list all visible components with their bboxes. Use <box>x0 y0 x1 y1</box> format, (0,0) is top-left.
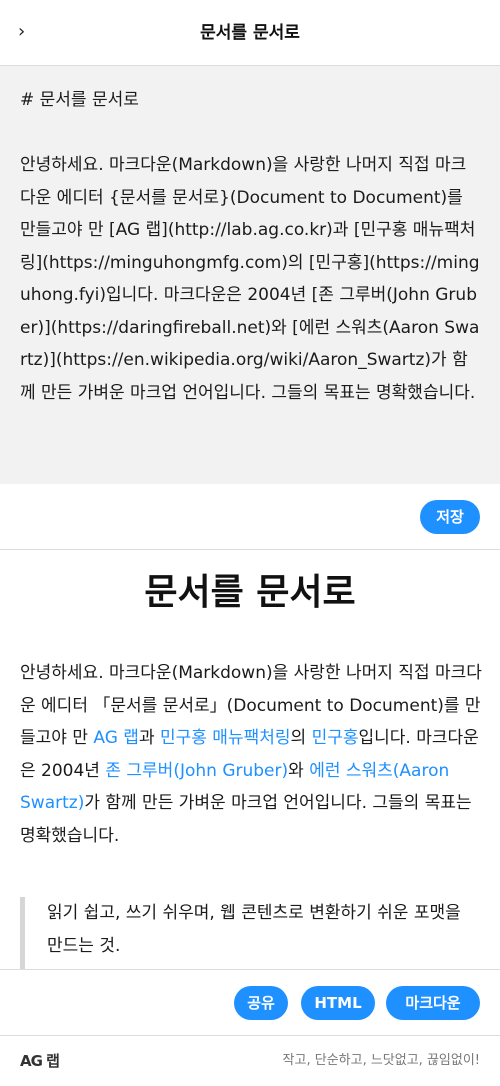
save-button[interactable]: 저장 <box>420 500 480 534</box>
preview-heading: 문서를 문서로 <box>144 572 356 613</box>
preview-text: 와 <box>288 760 310 781</box>
link-john-gruber[interactable]: 존 그루버(John Gruber) <box>105 761 288 781</box>
markdown-source-text[interactable]: # 문서를 문서로 안녕하세요. 마크다운(Markdown)을 사랑한 나머지… <box>20 84 480 409</box>
markdown-preview: 문서를 문서로 안녕하세요. 마크다운(Markdown)을 사랑한 나머지 직… <box>0 551 500 969</box>
export-actions-bar: 공유 HTML 마크다운 <box>0 969 500 1036</box>
preview-text: 의 <box>290 728 312 748</box>
share-button[interactable]: 공유 <box>234 986 288 1020</box>
footer: AG 랩 작고, 단순하고, 느닷없고, 끊임없이! <box>0 1036 500 1086</box>
preview-paragraph: 안녕하세요. 마크다운(Markdown)을 사랑한 나머지 직접 마크다운 에… <box>20 657 482 852</box>
preview-blockquote: 읽기 쉽고, 쓰기 쉬우며, 웹 콘텐츠로 변환하기 쉬운 포맷을 만드는 것. <box>20 897 480 969</box>
markdown-editor[interactable]: # 문서를 문서로 안녕하세요. 마크다운(Markdown)을 사랑한 나머지… <box>0 66 500 484</box>
footer-slogan: 작고, 단순하고, 느닷없고, 끊임없이! <box>282 1053 480 1068</box>
link-minguhong-mfg[interactable]: 민구홍 매뉴팩처링 <box>160 728 291 748</box>
preview-text: 가 함께 만든 가벼운 마크업 언어입니다. 그들의 목표는 명확했습니다. <box>20 793 472 846</box>
ag-lab-logo[interactable]: AG 랩 <box>20 1050 68 1072</box>
link-minguhong[interactable]: 민구홍 <box>312 728 359 748</box>
html-export-button[interactable]: HTML <box>301 986 375 1020</box>
page-title: 문서를 문서로 <box>200 23 300 43</box>
app-header: › 문서를 문서로 <box>0 0 500 66</box>
link-ag-lab[interactable]: AG 랩 <box>93 728 139 748</box>
preview-text: 과 <box>138 728 160 748</box>
save-bar: 저장 <box>0 484 500 550</box>
markdown-export-button[interactable]: 마크다운 <box>386 986 480 1020</box>
